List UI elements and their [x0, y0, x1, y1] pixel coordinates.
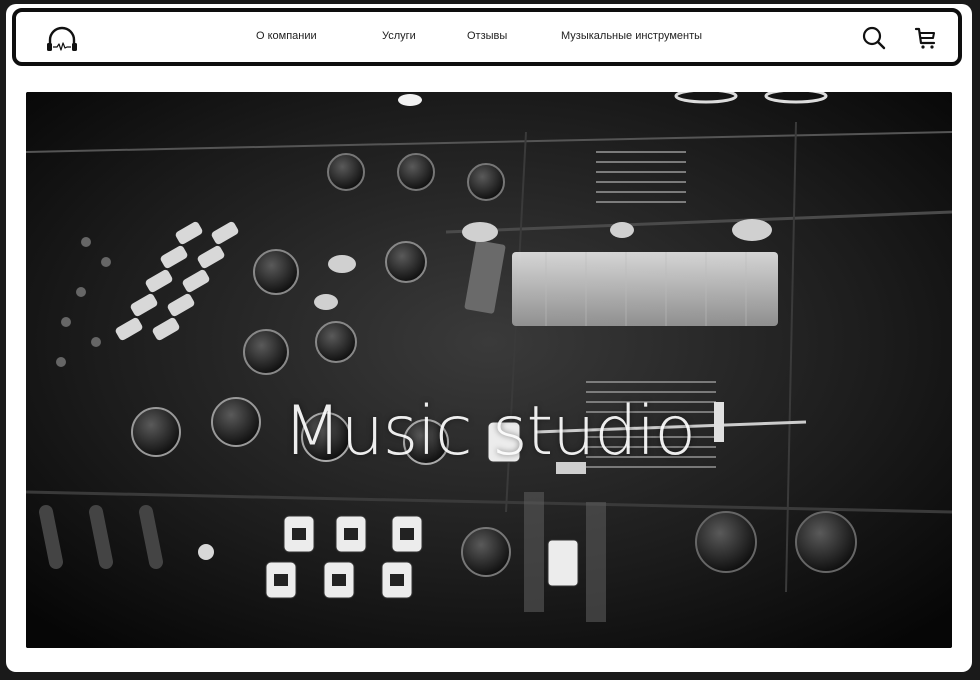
nav-item-about[interactable]: О компании — [256, 30, 317, 42]
hero-banner: Music studio — [26, 92, 952, 648]
nav-item-reviews[interactable]: Отзывы — [467, 30, 507, 42]
hero-overlay: Music studio — [26, 92, 952, 648]
nav-item-services[interactable]: Услуги — [382, 30, 416, 42]
hero-title: Music studio — [283, 392, 696, 471]
nav-item-instruments[interactable]: Музыкальные инструменты — [561, 30, 702, 42]
search-icon[interactable] — [860, 24, 888, 52]
cart-icon[interactable] — [912, 24, 940, 52]
site-header: О компании Услуги Отзывы Музыкальные инс… — [12, 8, 962, 66]
page: О компании Услуги Отзывы Музыкальные инс… — [0, 0, 980, 680]
main-nav: О компании Услуги Отзывы Музыкальные инс… — [16, 12, 958, 62]
